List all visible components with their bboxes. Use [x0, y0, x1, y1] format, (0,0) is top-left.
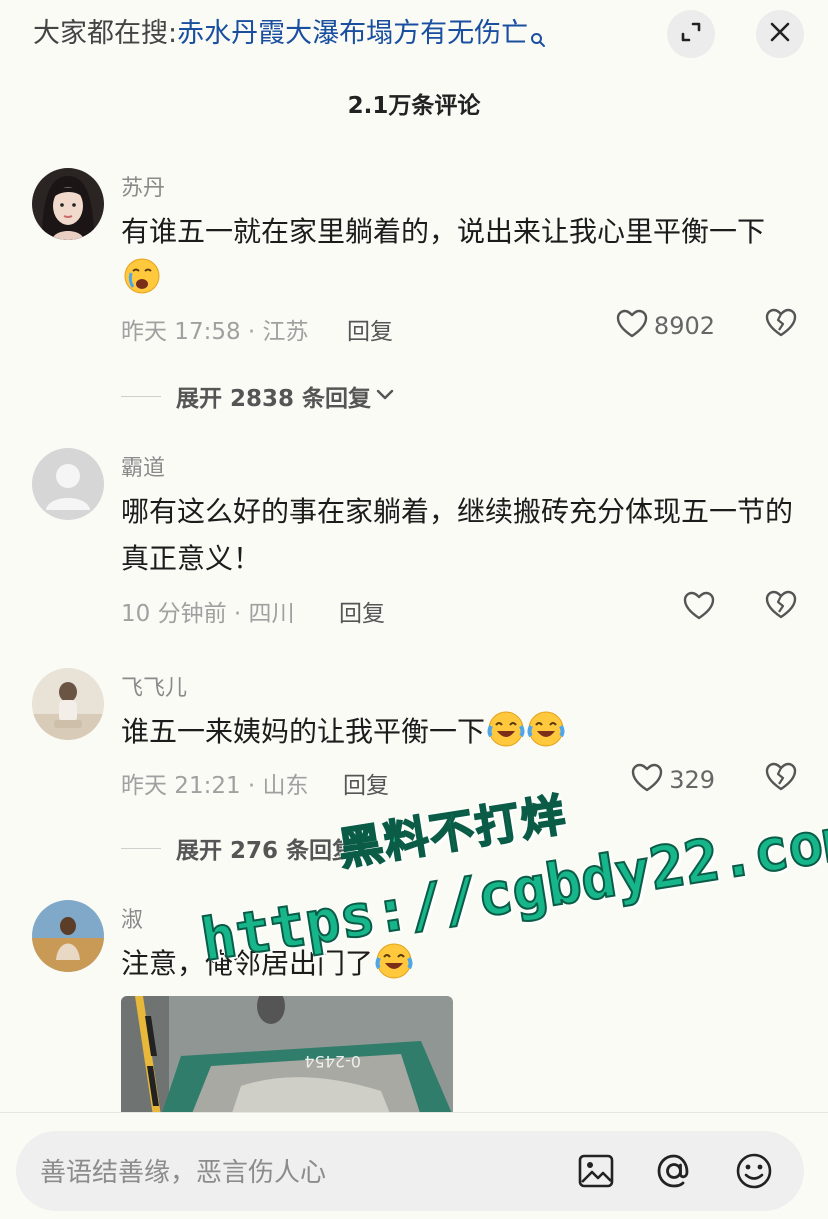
- tears-of-joy-emoji: [375, 942, 413, 980]
- at-mention-icon[interactable]: [654, 1151, 694, 1191]
- broken-heart-icon[interactable]: [765, 762, 797, 796]
- comment-meta: 昨天 17:58 · 江苏 回复 8902: [121, 308, 801, 346]
- expand-replies-label: 展开 2838 条回复: [176, 386, 372, 412]
- comment-body: 注意，俺邻居出门了: [121, 947, 374, 980]
- comment-body: 有谁五一就在家里躺着的，说出来让我心里平衡一下: [121, 215, 766, 248]
- chevron-down-icon: [375, 387, 395, 406]
- comment-text: 注意，俺邻居出门了: [121, 940, 801, 987]
- comment-body: 谁五一来姨妈的让我平衡一下: [121, 715, 486, 748]
- broken-heart-icon[interactable]: [765, 308, 797, 342]
- comment-text: 谁五一来姨妈的让我平衡一下: [121, 708, 801, 755]
- comment-text: 哪有这么好的事在家躺着，继续搬砖充分体现五一节的真正意义！: [121, 495, 794, 575]
- username[interactable]: 淑: [121, 902, 143, 934]
- username[interactable]: 苏丹: [121, 170, 165, 202]
- crying-face-emoji: [123, 257, 161, 295]
- chevron-down-icon: [359, 839, 379, 858]
- tears-of-joy-emoji: [487, 710, 525, 748]
- expand-replies-button[interactable]: 展开 276 条回复: [121, 833, 379, 864]
- comment-time-location: 昨天 17:58 · 江苏: [121, 319, 309, 345]
- top-bar: 大家都在搜:赤水丹霞大瀑布塌方有无伤亡: [0, 0, 828, 72]
- comment-time-location: 10 分钟前 · 四川: [121, 601, 295, 627]
- comment-time-location: 昨天 21:21 · 山东: [121, 773, 309, 799]
- username[interactable]: 飞飞儿: [121, 670, 187, 702]
- tears-of-joy-emoji: [527, 710, 565, 748]
- avatar[interactable]: [32, 448, 104, 520]
- search-suggestion[interactable]: 大家都在搜:赤水丹霞大瀑布塌方有无伤亡: [33, 14, 546, 60]
- comments-count: 2.1万条评论: [347, 93, 481, 119]
- avatar[interactable]: [32, 900, 104, 972]
- comment-image[interactable]: 0-2454: [121, 996, 453, 1116]
- image-icon[interactable]: [576, 1151, 616, 1191]
- close-icon: [768, 20, 792, 48]
- close-button[interactable]: [756, 10, 804, 58]
- parking-spot-number: 0-2454: [304, 1052, 361, 1071]
- like-count: 8902: [653, 312, 715, 340]
- reply-button[interactable]: 回复: [343, 766, 389, 800]
- like-count: 329: [669, 766, 715, 794]
- expand-replies-label: 展开 276 条回复: [176, 838, 356, 864]
- heart-icon: [683, 591, 715, 625]
- like-button[interactable]: 329: [631, 762, 715, 798]
- search-query-link[interactable]: 赤水丹霞大瀑布塌方有无伤亡: [177, 18, 528, 49]
- broken-heart-icon[interactable]: [765, 590, 797, 624]
- search-prefix: 大家都在搜:: [33, 18, 178, 49]
- divider: [121, 847, 161, 849]
- avatar[interactable]: [32, 168, 104, 240]
- emoji-icon[interactable]: [734, 1151, 774, 1191]
- heart-icon: [631, 763, 663, 797]
- heart-icon: [616, 309, 648, 343]
- like-button[interactable]: [683, 590, 715, 626]
- comment-meta: 昨天 21:21 · 山东 回复 329: [121, 762, 801, 800]
- expand-replies-button[interactable]: 展开 2838 条回复: [121, 381, 395, 412]
- divider: [121, 395, 161, 397]
- comment-input-bar: 善语结善缘，恶言伤人心: [0, 1112, 828, 1219]
- avatar[interactable]: [32, 668, 104, 740]
- comment-meta: 10 分钟前 · 四川 回复: [121, 590, 801, 628]
- comment-input[interactable]: 善语结善缘，恶言伤人心: [16, 1131, 804, 1211]
- reply-button[interactable]: 回复: [347, 312, 393, 346]
- search-icon: [530, 20, 546, 60]
- like-button[interactable]: 8902: [616, 308, 715, 344]
- fullscreen-button[interactable]: [667, 10, 715, 58]
- reply-button[interactable]: 回复: [339, 594, 385, 628]
- username[interactable]: 霸道: [121, 450, 165, 482]
- expand-icon: [679, 20, 703, 48]
- input-placeholder: 善语结善缘，恶言伤人心: [40, 1158, 327, 1188]
- comment-text: 有谁五一就在家里躺着的，说出来让我心里平衡一下: [121, 208, 801, 302]
